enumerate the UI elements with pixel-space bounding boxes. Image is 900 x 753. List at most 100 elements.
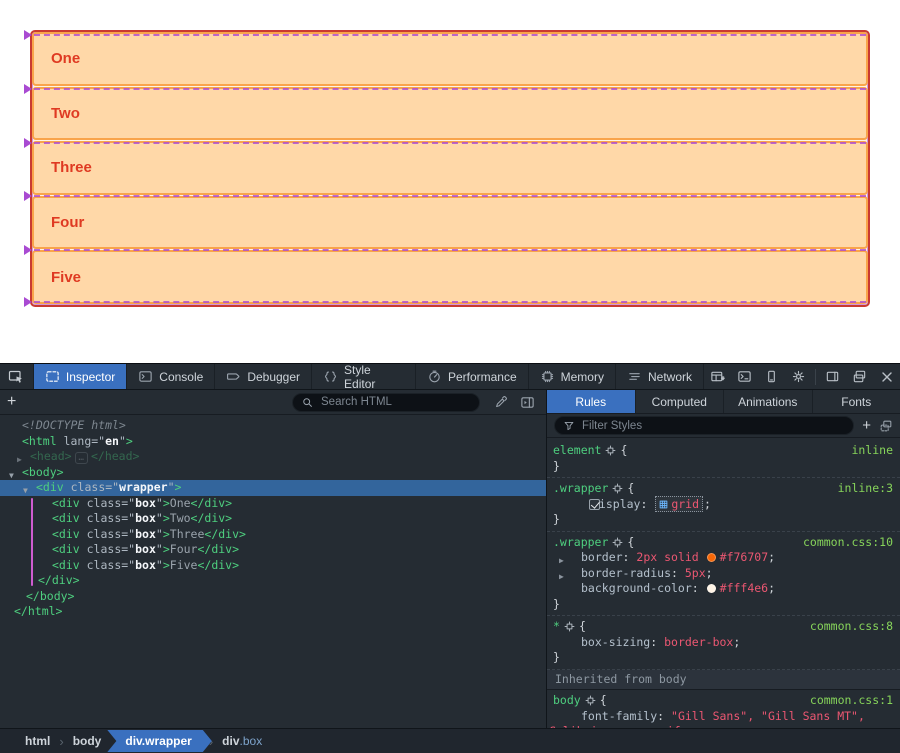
toggle-pseudo-class-panel-icon[interactable] <box>879 419 893 433</box>
selector-highlighter-icon[interactable] <box>612 483 623 494</box>
dock-sidebar-icon[interactable] <box>819 364 846 389</box>
markup-line[interactable]: <div class="box">Three</div> <box>0 527 546 543</box>
rule-selector[interactable]: * <box>553 619 560 633</box>
selector-highlighter-icon[interactable] <box>612 537 623 548</box>
tab-debugger[interactable]: Debugger <box>215 364 312 389</box>
box-five: Five <box>32 250 868 304</box>
css-declaration[interactable]: background-color: #fff4e6; <box>547 581 900 597</box>
selector-highlighter-icon[interactable] <box>585 695 596 706</box>
selector-highlighter-icon[interactable] <box>564 621 575 632</box>
breadcrumb-item-div-wrapper[interactable]: div.wrapper <box>107 730 211 752</box>
markup-line[interactable]: </div> <box>0 573 546 589</box>
tab-memory[interactable]: Memory <box>529 364 616 389</box>
markup-code: </html> <box>0 604 62 618</box>
breadcrumb-item-html[interactable]: html <box>16 734 59 748</box>
rule-source-link[interactable]: common.css:1 <box>810 693 900 709</box>
color-swatch[interactable] <box>707 584 716 593</box>
token-tag: </div> <box>38 573 80 587</box>
css-declaration[interactable]: ▶border-radius: 5px; <box>547 566 900 582</box>
sidebar-tab-fonts[interactable]: Fonts <box>813 390 900 413</box>
rule-selector[interactable]: element <box>553 443 601 457</box>
markup-code: <div class="box">Five</div> <box>0 558 239 572</box>
sidebar-tab-animations[interactable]: Animations <box>724 390 813 413</box>
tab-style-editor[interactable]: Style Editor <box>312 364 416 389</box>
token-txt: Three <box>170 527 205 541</box>
property-name: box-sizing <box>581 635 650 649</box>
colon: : <box>640 497 654 511</box>
markup-line[interactable]: <html lang="en"> <box>0 434 546 450</box>
pick-element-icon[interactable] <box>0 364 34 389</box>
rule-selector[interactable]: body <box>553 693 581 707</box>
colon: : <box>650 635 664 649</box>
css-declaration[interactable]: display: grid; <box>547 497 900 513</box>
box-four: Four <box>32 196 868 250</box>
css-declaration[interactable]: box-sizing: border-box; <box>547 635 900 651</box>
network-icon <box>627 369 642 384</box>
token-attr: class <box>80 558 122 572</box>
property-value: border-box <box>664 635 733 649</box>
breadcrumb-item-body[interactable]: body <box>64 734 111 748</box>
grid-icon <box>659 500 668 509</box>
markup-line[interactable]: <!DOCTYPE html> <box>0 418 546 434</box>
css-declaration[interactable]: ▶border: 2px solid #f76707; <box>547 550 900 566</box>
settings-gear-icon[interactable] <box>785 364 812 389</box>
rule-source-link[interactable]: inline:3 <box>838 481 900 497</box>
split-console-icon[interactable] <box>731 364 758 389</box>
selector-highlighter-icon[interactable] <box>605 445 616 456</box>
semicolon: ; <box>704 497 711 511</box>
markup-line[interactable]: </html> <box>0 604 546 620</box>
sidebar-tab-computed[interactable]: Computed <box>636 390 725 413</box>
color-swatch[interactable] <box>707 553 716 562</box>
property-name: font-family <box>581 709 657 723</box>
add-node-button[interactable]: + <box>7 394 25 410</box>
tab-network[interactable]: Network <box>616 364 704 389</box>
css-rule: inline:3.wrapper{display: grid;} <box>547 478 900 532</box>
dock-window-icon[interactable] <box>846 364 873 389</box>
rule-selector-line: common.css:10.wrapper{ <box>547 535 900 551</box>
markup-tree: <!DOCTYPE html><html lang="en">▶<head>…<… <box>0 415 546 728</box>
css-rule: common.css:1body{font-family: "Gill Sans… <box>547 690 900 728</box>
rule-source-link[interactable]: common.css:8 <box>810 619 900 635</box>
breadcrumb-item-div[interactable]: div.box <box>213 734 271 748</box>
eyedropper-icon[interactable] <box>494 395 508 409</box>
inherited-from-header: Inherited from body <box>547 670 900 691</box>
sidebar-tab-rules[interactable]: Rules <box>547 390 636 413</box>
three-pane-toggle-icon[interactable] <box>520 395 535 410</box>
iframe-picker-icon[interactable] <box>704 364 731 389</box>
markup-line[interactable]: <div class="box">Four</div> <box>0 542 546 558</box>
rule-selector[interactable]: .wrapper <box>553 481 608 495</box>
declaration-checkbox[interactable] <box>589 499 600 510</box>
token-val: box <box>135 511 156 525</box>
close-icon[interactable] <box>873 364 900 389</box>
css-declaration-wrap[interactable]: Calibri, sans-serif; <box>547 724 900 728</box>
grid-highlighter-toggle[interactable]: grid <box>655 496 703 512</box>
markup-line[interactable]: </body> <box>0 589 546 605</box>
token-attr: class <box>80 542 122 556</box>
markup-line[interactable]: <div class="box">One</div> <box>0 496 546 512</box>
tab-console[interactable]: Console <box>127 364 215 389</box>
close-brace: } <box>547 512 900 528</box>
rule-source-link[interactable]: common.css:10 <box>803 535 900 551</box>
token-q: =" <box>121 542 135 556</box>
markup-line[interactable]: ▼<div class="wrapper"> <box>0 480 546 496</box>
markup-code: </body> <box>0 589 74 603</box>
responsive-design-icon[interactable] <box>758 364 785 389</box>
add-rule-button[interactable]: + <box>862 418 871 433</box>
markup-line[interactable]: ▶<head>…</head> <box>0 449 546 465</box>
token-tag: > <box>163 558 170 572</box>
markup-line[interactable]: <div class="box">Five</div> <box>0 558 546 574</box>
close-brace: } <box>547 459 900 475</box>
token-tag: <div <box>52 542 80 556</box>
tab-performance[interactable]: Performance <box>416 364 529 389</box>
css-declaration[interactable]: font-family: "Gill Sans", "Gill Sans MT"… <box>547 709 900 725</box>
tab-inspector[interactable]: Inspector <box>34 364 127 389</box>
markup-line[interactable]: ▼<body> <box>0 465 546 481</box>
debugger-icon <box>226 369 241 384</box>
search-html-input[interactable] <box>319 395 471 409</box>
filter-styles-input[interactable] <box>580 419 845 433</box>
markup-line[interactable]: <div class="box">Two</div> <box>0 511 546 527</box>
token-tag: </div> <box>204 527 246 541</box>
rule-source-link[interactable]: inline <box>851 443 900 459</box>
rule-selector[interactable]: .wrapper <box>553 535 608 549</box>
filter-funnel-icon <box>563 420 575 432</box>
